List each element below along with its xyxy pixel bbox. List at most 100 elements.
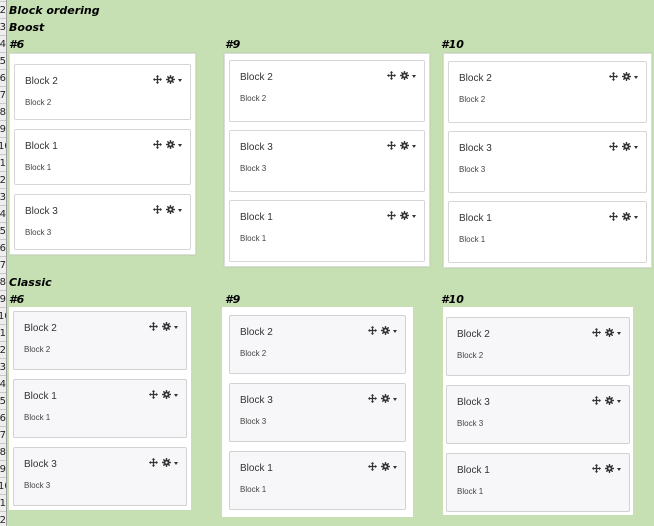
move-icon[interactable]: [368, 462, 377, 473]
block-controls: [592, 464, 621, 475]
block-card[interactable]: Block 1 Block 1: [446, 453, 630, 512]
gear-icon[interactable]: [605, 464, 614, 475]
block-card[interactable]: Block 3 Block 3: [13, 447, 187, 506]
block-card[interactable]: Block 2 Block 2: [13, 311, 187, 370]
move-icon[interactable]: [609, 212, 618, 223]
row-number: 4: [0, 39, 6, 50]
move-icon[interactable]: [153, 140, 162, 151]
block-card[interactable]: Block 2 Block 2: [229, 60, 425, 122]
block-title: Block 2: [459, 73, 492, 84]
block-card[interactable]: Block 2 Block 2: [446, 317, 630, 376]
move-icon[interactable]: [368, 326, 377, 337]
caret-down-icon[interactable]: [393, 466, 397, 469]
block-title: Block 3: [25, 206, 58, 217]
move-icon[interactable]: [149, 458, 158, 469]
block-card[interactable]: Block 3 Block 3: [229, 130, 425, 192]
caret-down-icon[interactable]: [634, 76, 638, 79]
caret-down-icon[interactable]: [174, 462, 178, 465]
gear-icon[interactable]: [605, 396, 614, 407]
caret-down-icon[interactable]: [178, 79, 182, 82]
block-card[interactable]: Block 1 Block 1: [448, 201, 647, 263]
gear-icon[interactable]: [622, 142, 631, 153]
row-gridline: [0, 103, 6, 104]
caret-down-icon[interactable]: [178, 144, 182, 147]
caret-down-icon[interactable]: [412, 145, 416, 148]
gear-icon[interactable]: [162, 458, 171, 469]
boost-label: Boost: [9, 21, 45, 34]
block-card[interactable]: Block 3 Block 3: [448, 131, 647, 193]
move-icon[interactable]: [149, 390, 158, 401]
move-icon[interactable]: [387, 71, 396, 82]
row-gridline: [0, 171, 6, 172]
gear-icon[interactable]: [622, 72, 631, 83]
block-card[interactable]: Block 2 Block 2: [448, 61, 647, 123]
block-card[interactable]: Block 3 Block 3: [14, 194, 191, 250]
move-icon[interactable]: [592, 328, 601, 339]
caret-down-icon[interactable]: [412, 75, 416, 78]
block-title: Block 3: [459, 143, 492, 154]
block-card[interactable]: Block 1 Block 1: [229, 451, 406, 510]
gear-icon[interactable]: [166, 75, 175, 86]
block-controls: [368, 326, 397, 337]
caret-down-icon[interactable]: [412, 215, 416, 218]
block-card[interactable]: Block 3 Block 3: [446, 385, 630, 444]
block-card[interactable]: Block 2 Block 2: [229, 315, 406, 374]
gear-icon[interactable]: [381, 394, 390, 405]
gear-icon[interactable]: [400, 141, 409, 152]
move-icon[interactable]: [592, 464, 601, 475]
block-controls: [153, 75, 182, 86]
block-controls: [592, 328, 621, 339]
move-icon[interactable]: [368, 394, 377, 405]
block-controls: [149, 390, 178, 401]
row-gridline: [0, 341, 6, 342]
row-gridline: [0, 443, 6, 444]
gear-icon[interactable]: [166, 205, 175, 216]
gear-icon[interactable]: [400, 211, 409, 222]
caret-down-icon[interactable]: [174, 394, 178, 397]
boost-panel: Block 2 Block 2 Block 1 Block 1 Block 3 Block…: [9, 53, 196, 255]
caret-down-icon[interactable]: [634, 146, 638, 149]
boost-panel: Block 2 Block 2 Block 3 Block 3 Block 1 Block…: [443, 53, 652, 268]
move-icon[interactable]: [153, 75, 162, 86]
block-content: Block 3: [240, 164, 267, 173]
block-card[interactable]: Block 1 Block 1: [14, 129, 191, 185]
caret-down-icon[interactable]: [178, 209, 182, 212]
move-icon[interactable]: [153, 205, 162, 216]
gear-icon[interactable]: [162, 322, 171, 333]
gear-icon[interactable]: [605, 328, 614, 339]
caret-down-icon[interactable]: [617, 332, 621, 335]
caret-down-icon[interactable]: [174, 326, 178, 329]
caret-down-icon[interactable]: [634, 216, 638, 219]
row-gridline: [0, 86, 6, 87]
classic-panel: Block 2 Block 2 Block 3 Block 3 Block 1 Block…: [222, 307, 413, 517]
block-content: Block 3: [240, 417, 267, 426]
move-icon[interactable]: [387, 141, 396, 152]
gear-icon[interactable]: [381, 326, 390, 337]
block-card[interactable]: Block 3 Block 3: [229, 383, 406, 442]
move-icon[interactable]: [609, 72, 618, 83]
move-icon[interactable]: [387, 211, 396, 222]
caret-down-icon[interactable]: [617, 400, 621, 403]
block-title: Block 3: [24, 459, 57, 470]
gear-icon[interactable]: [162, 390, 171, 401]
block-card[interactable]: Block 1 Block 1: [229, 200, 425, 262]
caret-down-icon[interactable]: [393, 330, 397, 333]
move-icon[interactable]: [592, 396, 601, 407]
row-number: 5: [0, 56, 6, 67]
classic-version-9-label: #9: [225, 293, 241, 306]
move-icon[interactable]: [149, 322, 158, 333]
block-controls: [609, 212, 638, 223]
gear-icon[interactable]: [622, 212, 631, 223]
caret-down-icon[interactable]: [617, 468, 621, 471]
gear-icon[interactable]: [166, 140, 175, 151]
caret-down-icon[interactable]: [393, 398, 397, 401]
move-icon[interactable]: [609, 142, 618, 153]
gear-icon[interactable]: [381, 462, 390, 473]
gear-icon[interactable]: [400, 71, 409, 82]
block-card[interactable]: Block 2 Block 2: [14, 64, 191, 120]
block-card[interactable]: Block 1 Block 1: [13, 379, 187, 438]
row-gridline: [0, 273, 6, 274]
block-content: Block 2: [457, 351, 484, 360]
block-content: Block 2: [240, 94, 267, 103]
row-number: 10: [0, 308, 6, 325]
